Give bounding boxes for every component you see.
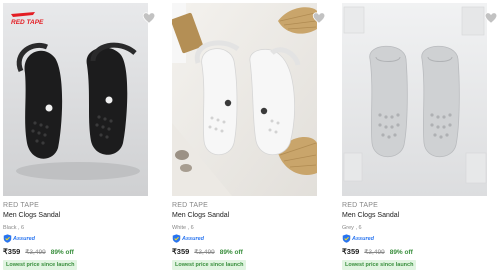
product-photo-white-clogs [172,3,317,196]
product-card[interactable]: RED TAPE Men Clogs Sandal White , 6 Assu… [172,0,328,272]
assured-label: Assured [352,235,375,242]
lowest-price-label: Lowest price since launch [345,262,414,268]
shield-check-icon [3,234,12,243]
product-brand: RED TAPE [172,202,208,209]
price-row: ₹359 ₹3,499 89% off [3,247,74,256]
lowest-price-label: Lowest price since launch [175,262,244,268]
product-image[interactable]: RED TAPE [3,3,148,196]
discount-percent: 89% off [219,249,243,256]
product-title[interactable]: Men Clogs Sandal [172,212,229,219]
discount-percent: 89% off [389,249,413,256]
product-variant: Black , 6 [3,225,25,231]
assured-badge: Assured [172,234,204,243]
selling-price: ₹359 [172,247,190,256]
lowest-price-badge: Lowest price since launch [342,260,417,270]
assured-label: Assured [182,235,205,242]
product-card[interactable]: RED TAPE RED TAPE Men Clogs Sandal Black… [3,0,159,272]
original-price: ₹3,499 [194,249,215,256]
wishlist-heart-icon[interactable] [142,11,156,25]
wishlist-heart-icon[interactable] [312,11,326,25]
product-image[interactable] [342,3,487,196]
lowest-price-label: Lowest price since launch [6,262,75,268]
shield-check-icon [342,234,351,243]
product-photo-grey-clogs [342,3,487,196]
product-brand: RED TAPE [342,202,378,209]
svg-text:RED TAPE: RED TAPE [11,19,44,26]
wishlist-heart-icon[interactable] [484,11,498,25]
selling-price: ₹359 [3,247,21,256]
assured-badge: Assured [3,234,35,243]
original-price: ₹3,499 [364,249,385,256]
assured-badge: Assured [342,234,374,243]
product-grid: RED TAPE RED TAPE Men Clogs Sandal Black… [0,0,500,272]
product-title[interactable]: Men Clogs Sandal [3,212,60,219]
shield-check-icon [172,234,181,243]
product-variant: White , 6 [172,225,194,231]
lowest-price-badge: Lowest price since launch [172,260,247,270]
discount-percent: 89% off [50,249,74,256]
product-card[interactable]: RED TAPE Men Clogs Sandal Grey , 6 Assur… [342,0,498,272]
assured-label: Assured [13,235,36,242]
product-variant: Grey , 6 [342,225,362,231]
original-price: ₹3,499 [25,249,46,256]
price-row: ₹359 ₹3,499 89% off [342,247,413,256]
price-row: ₹359 ₹3,499 89% off [172,247,243,256]
selling-price: ₹359 [342,247,360,256]
product-photo-black-clogs: RED TAPE [3,3,148,196]
lowest-price-badge: Lowest price since launch [3,260,78,270]
product-image[interactable] [172,3,317,196]
product-title[interactable]: Men Clogs Sandal [342,212,399,219]
product-brand: RED TAPE [3,202,39,209]
